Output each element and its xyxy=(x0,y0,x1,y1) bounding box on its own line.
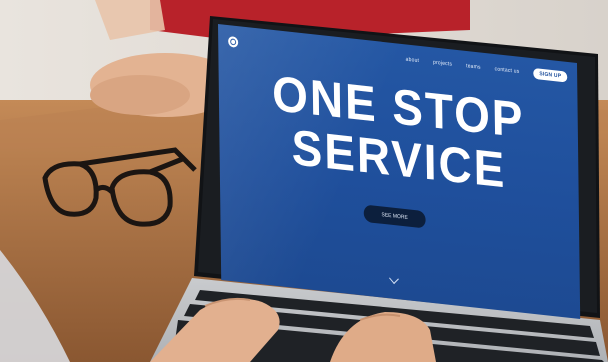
see-more-button[interactable]: SEE MORE xyxy=(363,204,426,229)
laptop-screen-website: about projects teams contact us SIGN UP … xyxy=(218,24,581,319)
sign-up-button[interactable]: SIGN UP xyxy=(533,67,568,83)
nav-link-teams[interactable]: teams xyxy=(466,63,481,71)
nav-link-projects[interactable]: projects xyxy=(433,59,452,68)
nav-link-contact-us[interactable]: contact us xyxy=(495,66,520,75)
website-nav: about projects teams contact us SIGN UP xyxy=(406,54,568,83)
nav-link-about[interactable]: about xyxy=(406,56,420,64)
website-logo-icon[interactable] xyxy=(228,35,239,48)
chevron-down-icon[interactable] xyxy=(389,273,399,285)
hero-heading: ONE STOP SERVICE xyxy=(218,61,578,204)
